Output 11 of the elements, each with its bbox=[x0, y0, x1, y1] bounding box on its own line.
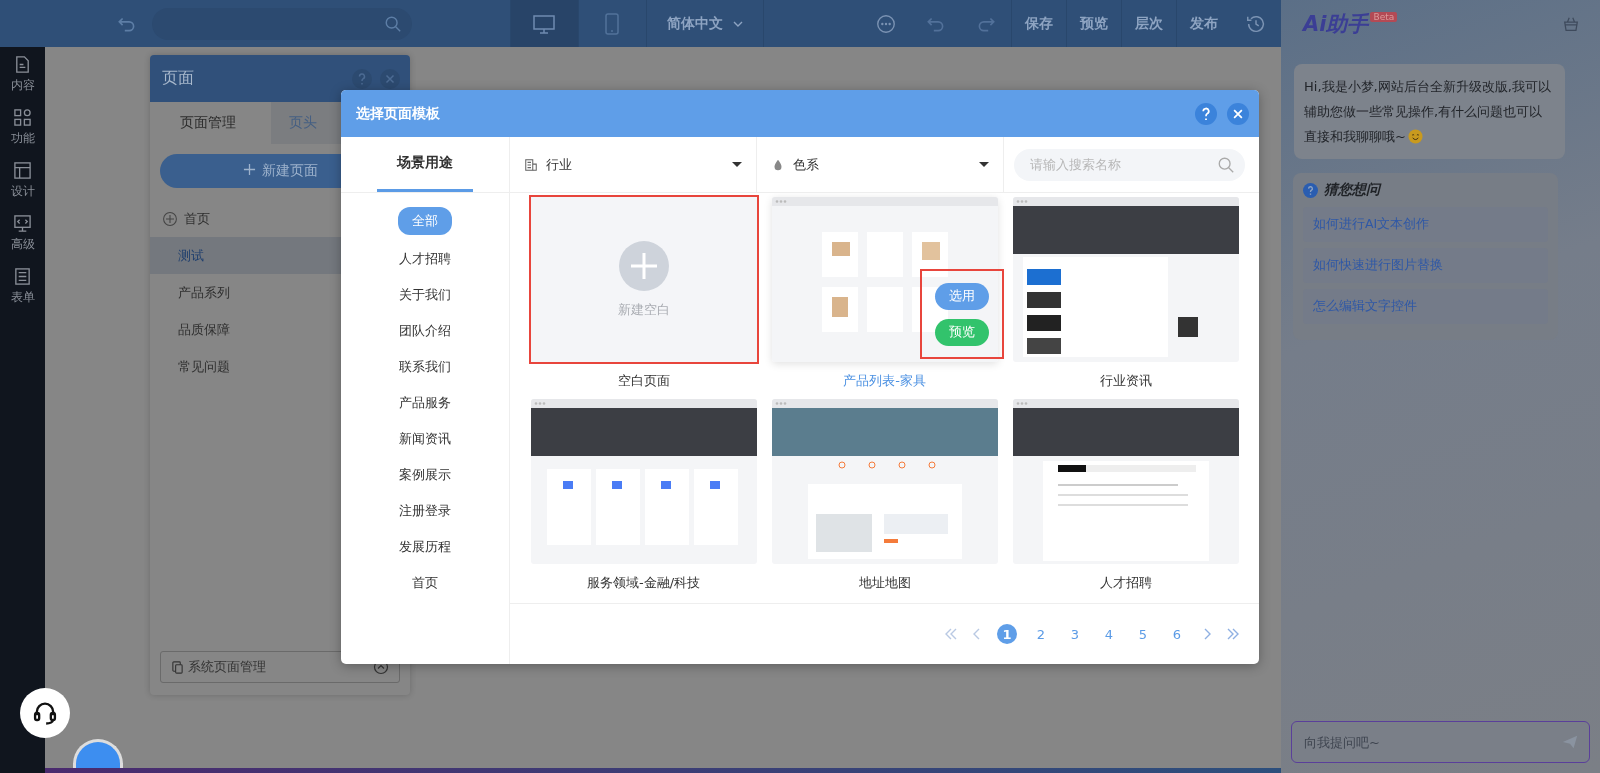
panel-title: 页面 bbox=[162, 68, 195, 89]
greeting-message: Hi,我是小梦,网站后台全新升级改版,我可以辅助您做一些常见操作,有什么问题也可以直接和我聊聊哦~ bbox=[1294, 64, 1565, 159]
template-name: 人才招聘 bbox=[1099, 574, 1152, 592]
beta-badge: Beta bbox=[1370, 12, 1398, 22]
template-name: 行业资讯 bbox=[1099, 372, 1152, 390]
suggestion-title: 猜您想问 bbox=[1324, 181, 1380, 199]
template-name: 产品列表-家具 bbox=[843, 372, 926, 390]
template-name: 服务领域-金融/科技 bbox=[586, 574, 701, 592]
template-name: 地址地图 bbox=[858, 574, 911, 592]
template-name: 空白页面 bbox=[617, 372, 670, 390]
blank-label: 新建空白 bbox=[617, 300, 670, 319]
